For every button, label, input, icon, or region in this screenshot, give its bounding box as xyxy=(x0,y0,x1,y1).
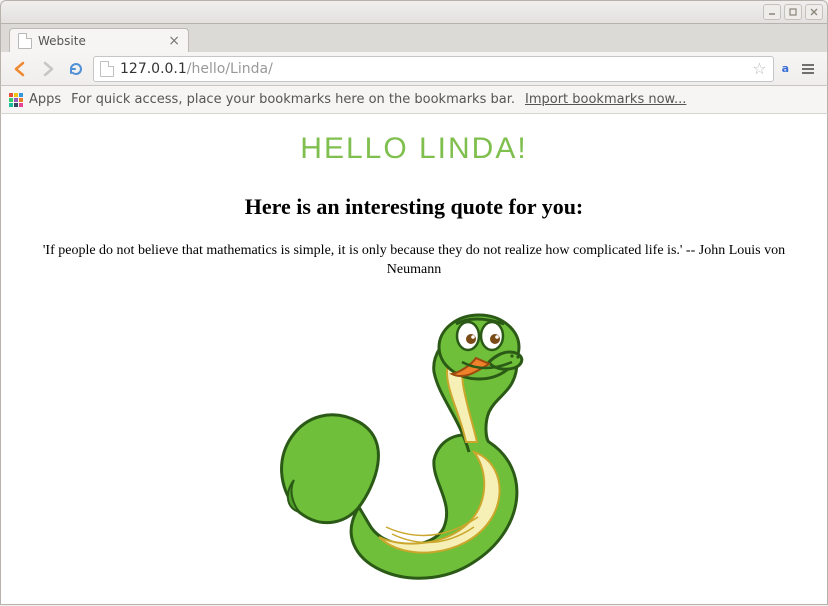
browser-toolbar: 127.0.0.1/hello/Linda/ ☆ a xyxy=(0,52,828,86)
window-titlebar xyxy=(0,0,828,24)
back-button[interactable] xyxy=(9,58,31,80)
reload-button[interactable] xyxy=(65,58,87,80)
url-path: /hello/Linda/ xyxy=(187,61,273,77)
forward-button[interactable] xyxy=(37,58,59,80)
browser-tab[interactable]: Website × xyxy=(9,28,189,52)
bookmarks-bar: Apps For quick access, place your bookma… xyxy=(0,86,828,114)
bookmark-star-icon[interactable]: ☆ xyxy=(752,59,766,78)
page-content: Hello Linda! Here is an interesting quot… xyxy=(0,114,828,605)
page-subheading: Here is an interesting quote for you: xyxy=(13,194,815,220)
snake-illustration xyxy=(13,302,815,592)
page-quote: 'If people do not believe that mathemati… xyxy=(19,242,809,280)
translate-icon[interactable]: a xyxy=(780,62,791,75)
url-host: 127.0.0.1 xyxy=(120,61,187,77)
import-bookmarks-link[interactable]: Import bookmarks now... xyxy=(525,92,686,107)
apps-label: Apps xyxy=(29,92,61,107)
window-close-button[interactable] xyxy=(805,4,823,20)
window-minimize-button[interactable] xyxy=(763,4,781,20)
apps-grid-icon xyxy=(9,93,23,107)
hamburger-menu-icon[interactable] xyxy=(797,58,819,80)
tab-strip: Website × xyxy=(0,24,828,52)
window-maximize-button[interactable] xyxy=(784,4,802,20)
bookmarks-hint: For quick access, place your bookmarks h… xyxy=(71,92,515,107)
address-bar[interactable]: 127.0.0.1/hello/Linda/ ☆ xyxy=(93,56,774,82)
page-icon xyxy=(18,33,32,49)
tab-title: Website xyxy=(38,34,86,48)
page-heading: Hello Linda! xyxy=(13,132,815,166)
page-icon xyxy=(100,61,114,77)
apps-button[interactable]: Apps xyxy=(9,92,61,107)
close-tab-icon[interactable]: × xyxy=(168,33,180,49)
